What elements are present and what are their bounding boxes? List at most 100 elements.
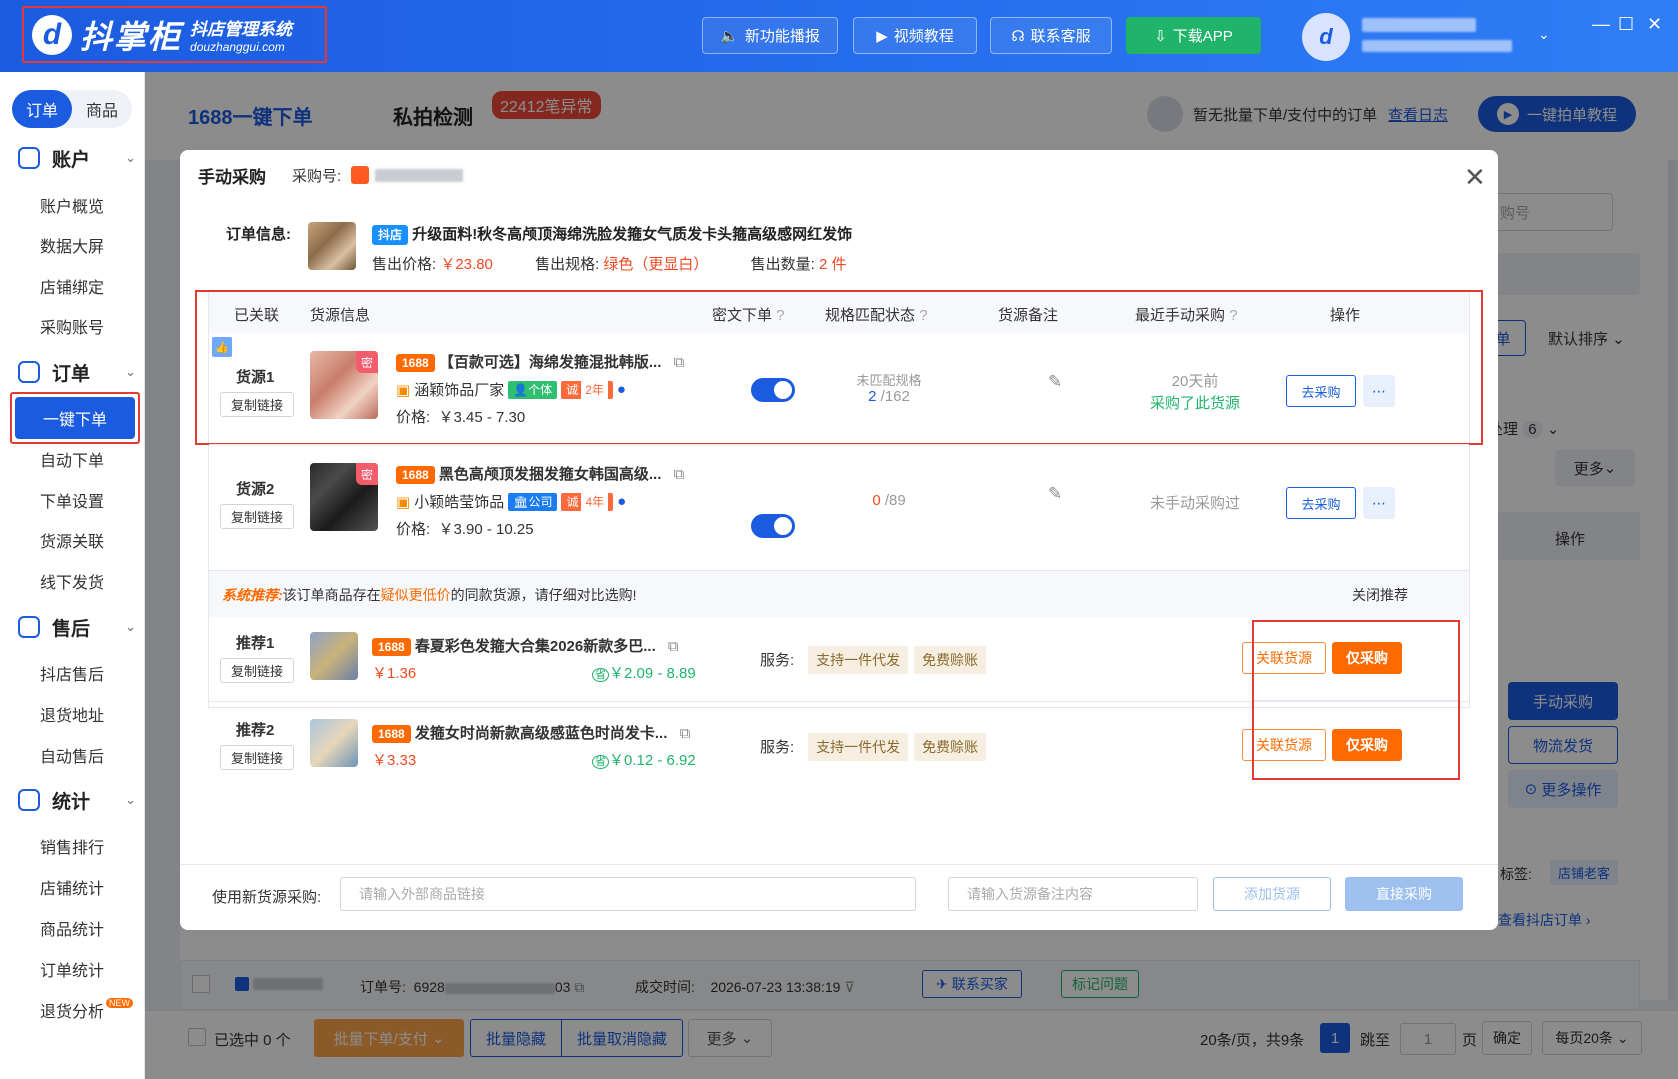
sidebar-item-auto-aftersale[interactable]: 自动售后 (40, 743, 104, 767)
sidebar-item-account-overview[interactable]: 账户概览 (40, 193, 104, 217)
section-orders[interactable]: 订单 ⌄ (18, 357, 136, 387)
section-account-title: 账户 (52, 149, 91, 171)
return-analysis-label: 退货分析 (40, 1004, 105, 1021)
sidebar-item-return-address[interactable]: 退货地址 (40, 702, 104, 726)
aftersale-icon (18, 616, 40, 638)
app-logo: d 抖掌柜 抖店管理系统 douzhanggui.com (22, 6, 327, 63)
recommend-2-price: ￥3.33 (372, 752, 417, 769)
add-source-button[interactable]: 添加货源 (1213, 877, 1331, 911)
sidebar-item-data-screen[interactable]: 数据大屏 (40, 233, 104, 257)
row-divider (209, 444, 1469, 445)
sidebar-item-offline-ship[interactable]: 线下发货 (40, 569, 104, 593)
recommend-text-pre: 该订单商品存在 (282, 587, 381, 603)
shop-type-tag: 🏛 公司 (508, 492, 558, 511)
purchase-no-redacted (375, 168, 464, 182)
sale-qty-label: 售出数量: (750, 256, 815, 273)
brand-name: 抖掌柜 (80, 18, 183, 55)
section-account[interactable]: 账户 ⌄ (18, 143, 136, 173)
service-label: 服务: (760, 739, 795, 756)
section-aftersale[interactable]: 售后 ⌄ (18, 612, 136, 642)
section-orders-title: 订单 (52, 363, 91, 385)
sidebar-item-sales-rank[interactable]: 销售排行 (40, 834, 104, 858)
maximize-icon[interactable]: ☐ (1618, 14, 1634, 35)
source-2-title[interactable]: 1688 黑色高颅顶发捆发箍女韩国高级... ⧉ (396, 463, 684, 484)
more-options-icon[interactable]: ⋯ (1363, 487, 1395, 519)
sidebar-item-shop-binding[interactable]: 店铺绑定 (40, 274, 104, 298)
sidebar-item-product-stats[interactable]: 商品统计 (40, 916, 104, 940)
close-window-icon[interactable]: ✕ (1647, 14, 1662, 35)
new-feature-label: 新功能播报 (744, 28, 820, 45)
recommend-1-title[interactable]: 1688 春夏彩色发箍大合集2026新款多巴... ⧉ (372, 635, 679, 656)
service-tag: 免费赊账 (914, 733, 987, 761)
copy-icon[interactable]: ⧉ (668, 638, 679, 655)
new-source-label: 使用新货源采购: (212, 889, 322, 906)
years-text: 4年 (581, 492, 609, 511)
source-note-input[interactable]: 请输入货源备注内容 (948, 877, 1198, 911)
chat-icon[interactable]: ● (617, 493, 626, 510)
download-app-label: 下载APP (1172, 28, 1233, 45)
sidebar-item-one-click-order[interactable]: 一键下单 (10, 392, 140, 444)
purchase-no-label: 采购号: (292, 167, 342, 185)
chevron-down-icon: ⌄ (125, 792, 136, 807)
copy-link-button[interactable]: 复制链接 (220, 745, 294, 770)
order-info-label: 订单信息: (226, 226, 291, 243)
platform-tag: 抖店 (372, 225, 409, 245)
sidebar-item-shop-aftersale[interactable]: 抖店售后 (40, 661, 104, 685)
recommend-1-label: 推荐1 (236, 635, 275, 652)
edit-note-icon[interactable]: ✎ (1048, 484, 1062, 504)
contact-support-button[interactable]: ☊ 联系客服 (990, 17, 1112, 54)
secret-order-toggle[interactable] (751, 514, 795, 538)
sale-price: ￥23.80 (440, 256, 493, 273)
recommend-1-image (310, 632, 358, 680)
sidebar-item-return-analysis[interactable]: 退货分析NEW (40, 998, 134, 1022)
sidebar-item-shop-stats[interactable]: 店铺统计 (40, 875, 104, 899)
recommend-notice: 系统推荐:该订单商品存在疑似更低价的同款货源，请仔细对比选购! (222, 585, 637, 605)
go-purchase-button[interactable]: 去采购 (1286, 487, 1356, 519)
sale-qty: 2 件 (818, 256, 847, 273)
sidebar-tabs: 订单 商品 (12, 90, 132, 128)
shop-type-text: 公司 (528, 494, 553, 509)
recommend-2-label: 推荐2 (236, 722, 275, 739)
account-redacted (1362, 40, 1512, 52)
sidebar-item-auto-order[interactable]: 自动下单 (40, 447, 104, 471)
sidebar-item-purchase-account[interactable]: 采购账号 (40, 314, 104, 338)
avatar[interactable]: d (1302, 13, 1350, 61)
source-2-shop: ▣ 小颖皓莹饰品 🏛 公司诚 4年 ● (396, 491, 626, 512)
sidebar-item-order-settings[interactable]: 下单设置 (40, 488, 104, 512)
save-icon: 省 (592, 755, 609, 769)
tab-orders[interactable]: 订单 (12, 90, 72, 128)
account-dropdown-icon[interactable]: ⌄ (1538, 26, 1550, 43)
tab-products[interactable]: 商品 (72, 90, 132, 128)
copy-link-button[interactable]: 复制链接 (220, 504, 294, 529)
platform-1688-icon (351, 166, 370, 184)
download-app-button[interactable]: ⇩ 下载APP (1126, 17, 1261, 54)
recommend-label: 系统推荐: (222, 587, 283, 603)
product-title-text: 升级面料!秋冬高颅顶海绵洗脸发箍女气质发卡头箍高级感网红发饰 (412, 226, 853, 243)
external-link-input[interactable]: 请输入外部商品链接 (340, 877, 916, 911)
direct-purchase-button[interactable]: 直接采购 (1345, 877, 1463, 911)
minimize-icon[interactable]: — (1592, 14, 1610, 35)
sidebar-item-order-stats[interactable]: 订单统计 (40, 957, 104, 981)
video-tutorial-button[interactable]: ▶ 视频教程 (853, 17, 977, 54)
recommend-2-title[interactable]: 1688 发箍女时尚新款高级感蓝色时尚发卡... ⧉ (372, 722, 690, 743)
tag-1688: 1688 (396, 466, 435, 484)
sale-info: 售出价格: ￥23.80 售出规格: 绿色（更显白） 售出数量: 2 件 (372, 253, 846, 274)
modal-close-icon[interactable]: ✕ (1464, 162, 1486, 193)
chevron-down-icon: ⌄ (125, 150, 136, 165)
copy-link-button[interactable]: 复制链接 (220, 658, 294, 683)
secret-badge: 密 (356, 463, 378, 485)
sale-spec: 绿色（更显白） (603, 256, 709, 273)
recommend-1-price: ￥1.36 (372, 665, 417, 682)
close-recommend-link[interactable]: 关闭推荐 (1352, 585, 1408, 605)
section-stats[interactable]: 统计 ⌄ (18, 785, 136, 815)
copy-icon[interactable]: ⧉ (674, 466, 685, 483)
new-feature-button[interactable]: 🔈 新功能播报 (702, 17, 838, 54)
recommend-text-post: 的同款货源，请仔细对比选购! (450, 587, 637, 603)
sidebar-item-source-link[interactable]: 货源关联 (40, 528, 104, 552)
speaker-icon: 🔈 (720, 27, 739, 45)
copy-icon[interactable]: ⧉ (680, 725, 691, 742)
sale-spec-label: 售出规格: (535, 256, 600, 273)
logo-mark-icon: d (32, 14, 72, 55)
recommend-1-range: 省 ￥2.09 - 8.89 (592, 662, 696, 683)
years-tag: 诚 4年 (561, 492, 614, 511)
